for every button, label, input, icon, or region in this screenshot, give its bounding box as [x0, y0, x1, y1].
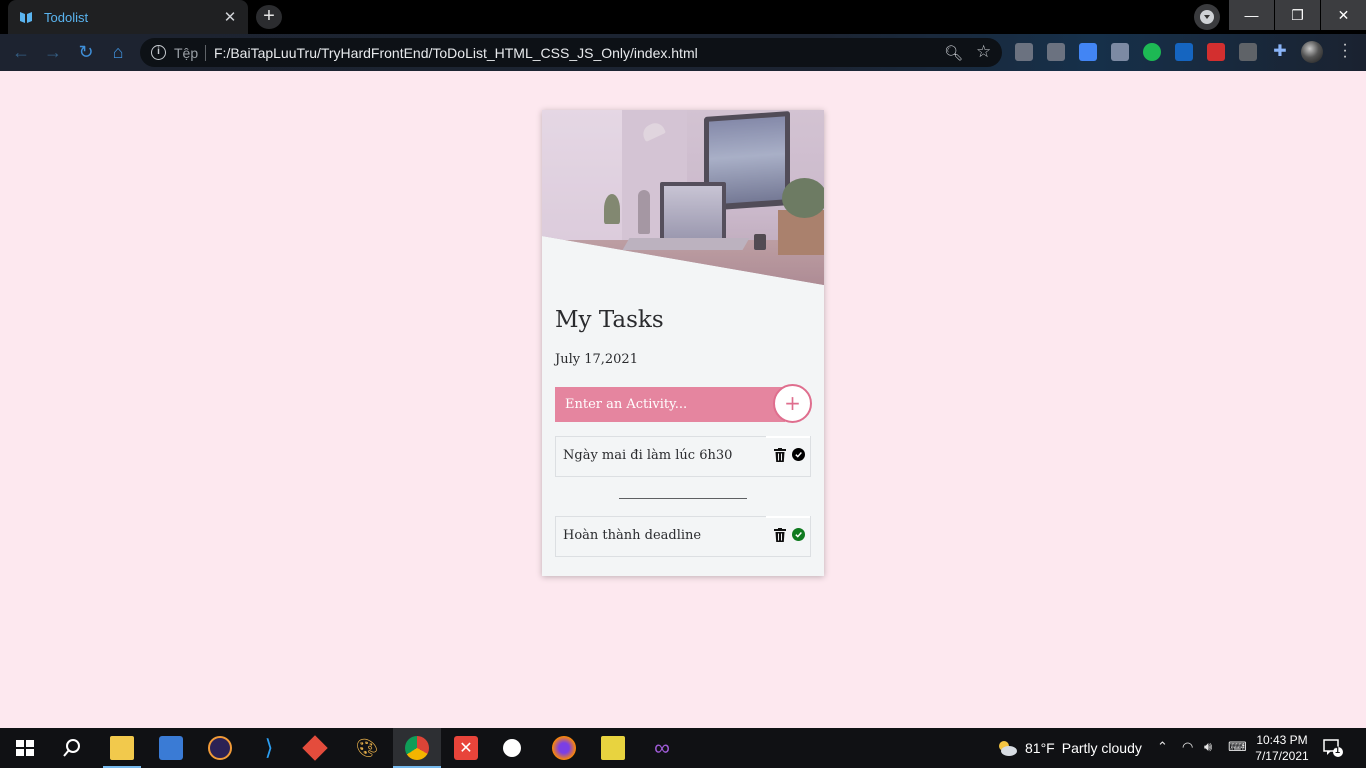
todo-card: My Tasks July 17,2021 + Ngày mai đi làm … [542, 110, 824, 576]
restore-button[interactable]: ❐ [1275, 0, 1320, 30]
smiley-icon[interactable] [503, 739, 521, 757]
red-extension-icon[interactable] [1207, 43, 1225, 61]
omnibox-separator [205, 45, 206, 61]
home-icon[interactable]: ⌂ [108, 42, 128, 62]
vscode-icon[interactable]: ⟩ [257, 735, 281, 760]
completed-check-icon[interactable] [792, 528, 805, 541]
task-actions [766, 436, 810, 477]
new-tab-button[interactable]: + [256, 5, 282, 29]
trash-icon[interactable] [774, 448, 786, 462]
show-hidden-icons-icon[interactable]: ⌃ [1157, 739, 1168, 755]
notification-count: 1 [1335, 745, 1341, 755]
task-text: Hoàn thành deadline [563, 528, 702, 543]
extension-icon[interactable] [1111, 43, 1129, 61]
header-image [542, 110, 824, 285]
clock-date: 7/17/2021 [1255, 749, 1309, 763]
wifi-icon[interactable]: ◠ [1182, 739, 1193, 755]
j-extension-icon[interactable] [1175, 43, 1193, 61]
windows-taskbar: ⟩ 🎨︎ ✕ ∞ 81°F Partly cloudy ⌃ ◠ 🔊︎ ⌨ 10:… [0, 728, 1366, 768]
weather-widget[interactable]: 81°F Partly cloudy [996, 738, 1146, 758]
tab-close-icon[interactable]: ✕ [222, 8, 238, 26]
grid-extension-icon[interactable] [1239, 43, 1257, 61]
weather-description: Partly cloudy [1061, 740, 1142, 756]
task-item: Ngày mai đi làm lúc 6h30 [555, 436, 811, 477]
translate-extension-icon[interactable] [1079, 43, 1097, 61]
task-text: Ngày mai đi làm lúc 6h30 [563, 448, 733, 463]
url-text[interactable]: F:/BaiTapLuuTru/TryHardFrontEnd/ToDoList… [214, 45, 698, 61]
forward-arrow-icon[interactable]: → [43, 42, 63, 62]
address-bar[interactable]: i Tệp F:/BaiTapLuuTru/TryHardFrontEnd/To… [140, 38, 1002, 67]
task-item: Hoàn thành deadline [555, 516, 811, 557]
git-icon[interactable] [302, 735, 328, 761]
complete-check-icon[interactable] [792, 448, 805, 461]
trash-icon[interactable] [774, 528, 786, 542]
file-explorer-icon[interactable] [110, 736, 134, 760]
task-actions [766, 516, 810, 557]
info-icon[interactable]: i [151, 45, 166, 60]
app-icon[interactable] [601, 736, 625, 760]
reload-icon[interactable]: ↻ [76, 42, 96, 62]
browser-tab[interactable]: Todolist ✕ [8, 0, 248, 34]
completed-divider [619, 498, 747, 499]
system-clock[interactable]: 10:43 PM 7/17/2021 [1252, 732, 1312, 764]
profile-avatar[interactable] [1301, 41, 1323, 63]
chrome-icon[interactable] [405, 736, 429, 760]
back-arrow-icon[interactable]: ← [11, 42, 31, 62]
screenshot-extension-icon[interactable] [1047, 43, 1065, 61]
activity-input[interactable] [555, 387, 775, 422]
windows-start-icon[interactable] [13, 736, 37, 760]
green-extension-icon[interactable] [1143, 43, 1161, 61]
tab-title: Todolist [44, 9, 89, 25]
tab-search-icon[interactable] [1194, 4, 1220, 30]
zoom-icon[interactable]: 🔍︎ [944, 44, 963, 62]
paint-icon[interactable]: 🎨︎ [355, 736, 379, 760]
xampp-icon[interactable]: ✕ [454, 736, 478, 760]
clock-time: 10:43 PM [1256, 733, 1308, 747]
camera-extension-icon[interactable] [1015, 43, 1033, 61]
firefox-icon[interactable] [552, 736, 576, 760]
volume-icon[interactable]: 🔊︎ [1204, 739, 1212, 755]
search-icon[interactable] [60, 736, 84, 760]
todolist-favicon-icon [20, 12, 32, 23]
input-method-icon[interactable]: ⌨ [1228, 739, 1247, 755]
close-window-button[interactable]: ✕ [1321, 0, 1366, 30]
puzzle-extensions-icon[interactable]: ✚ [1271, 43, 1289, 61]
eclipse-icon[interactable] [208, 736, 232, 760]
activity-input-bar [555, 387, 785, 422]
notification-center-icon[interactable]: 1 [1322, 738, 1344, 758]
browser-tab-strip: Todolist ✕ + — ❐ ✕ [0, 0, 1366, 34]
minimize-button[interactable]: — [1229, 0, 1274, 30]
partly-cloudy-icon [999, 741, 1017, 756]
browser-menu-icon[interactable]: · · · [1340, 37, 1350, 65]
weather-temperature: 81°F [1025, 740, 1055, 756]
current-date: July 17,2021 [555, 352, 638, 367]
browser-toolbar: ← → ↻ ⌂ i Tệp F:/BaiTapLuuTru/TryHardFro… [0, 34, 1366, 71]
omnibox-scheme-label: Tệp [174, 45, 199, 61]
page-title: My Tasks [555, 307, 664, 333]
add-task-button[interactable]: + [773, 384, 812, 423]
app-icon[interactable] [159, 736, 183, 760]
visual-studio-icon[interactable]: ∞ [650, 735, 674, 760]
bookmark-star-icon[interactable]: ☆ [976, 42, 991, 62]
